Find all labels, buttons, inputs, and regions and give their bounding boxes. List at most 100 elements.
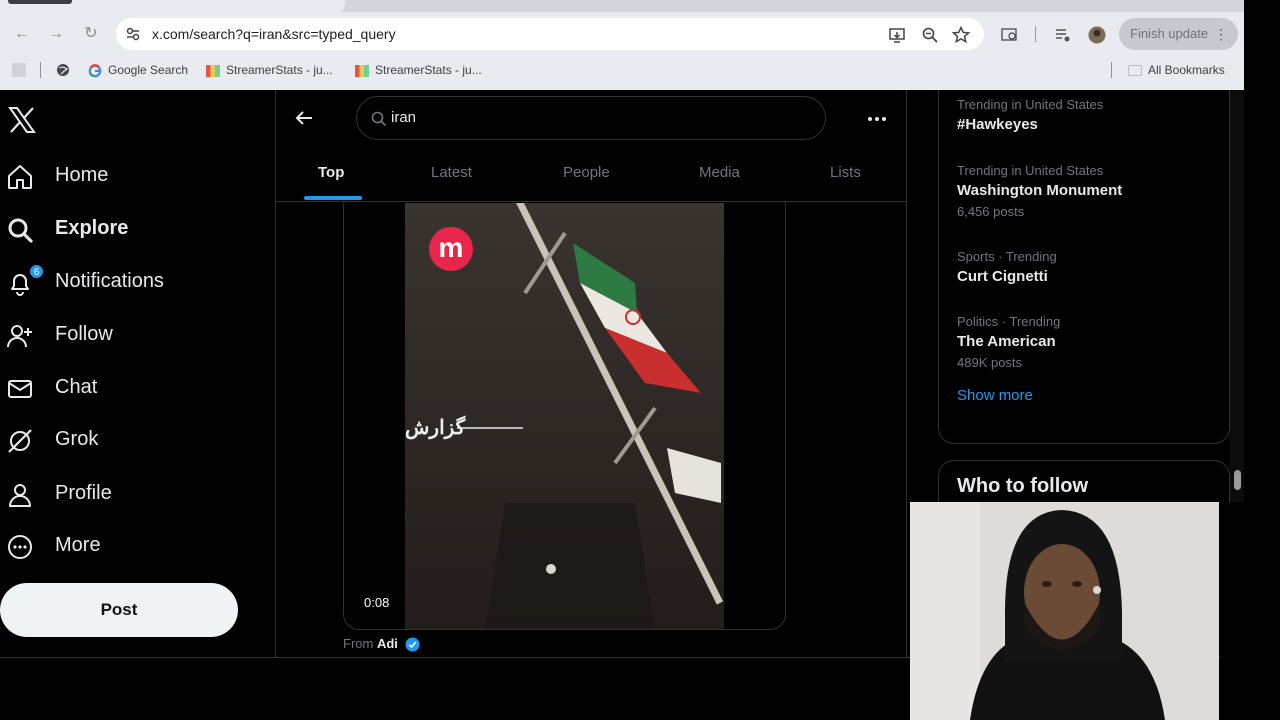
search-query[interactable]: iran xyxy=(391,109,416,126)
folder-icon xyxy=(1128,65,1142,77)
bookmark-label: StreamerStats - ju... xyxy=(226,63,333,77)
trend-name: The American xyxy=(957,333,1056,350)
streamerstats-icon xyxy=(355,64,369,77)
tab-strip xyxy=(0,0,1244,12)
webcam-overlay xyxy=(910,502,1219,720)
install-app-icon[interactable] xyxy=(888,26,906,44)
video-media-card[interactable]: m گزارش 0:08 xyxy=(343,190,786,630)
video-overlay-caption: گزارش xyxy=(405,417,466,439)
tab-media[interactable]: Media xyxy=(699,164,740,181)
more-options-icon[interactable] xyxy=(866,108,888,130)
person-icon xyxy=(9,484,31,507)
search-header: iran Top Latest People Media Lists xyxy=(276,90,906,202)
bookmark-streamerstats-1[interactable]: StreamerStats - ju... xyxy=(206,60,333,80)
webcam-person-image xyxy=(910,502,1219,720)
who-to-follow-title: Who to follow xyxy=(957,475,1089,497)
video-frame[interactable]: m گزارش xyxy=(405,203,724,629)
bookmark-label: StreamerStats - ju... xyxy=(375,63,482,77)
envelope-icon xyxy=(8,380,32,398)
page-scrollbar-thumb[interactable] xyxy=(1234,470,1241,490)
nav-home[interactable]: Home xyxy=(6,157,246,197)
source-username[interactable]: Adi xyxy=(377,636,398,651)
verified-badge-icon xyxy=(405,637,420,652)
back-arrow-icon[interactable] xyxy=(294,108,314,128)
nav-more-label: More xyxy=(55,534,101,556)
trend-meta: Trending in United States xyxy=(957,97,1104,112)
tab-people[interactable]: People xyxy=(563,164,610,181)
url-text[interactable]: x.com/search?q=iran&src=typed_query xyxy=(152,26,396,42)
trend-post-count: 6,456 posts xyxy=(957,204,1025,219)
browser-chrome: ← → ↻ x.com/search?q=iran&src=typed_quer… xyxy=(0,0,1244,90)
nav-more[interactable]: More xyxy=(6,527,246,567)
trend-item[interactable]: Politics · Trending The American 489K po… xyxy=(957,314,1060,370)
bookmark-streamerstats-2[interactable]: StreamerStats - ju... xyxy=(355,60,482,80)
nav-chat[interactable]: Chat xyxy=(6,369,246,409)
nav-notifications[interactable]: 6 Notifications xyxy=(6,263,246,303)
bookmark-divider xyxy=(40,62,41,78)
home-icon xyxy=(8,165,32,189)
video-source-attribution: From Adi xyxy=(343,636,420,652)
nav-grok-label: Grok xyxy=(55,428,99,450)
media-controls-icon[interactable] xyxy=(1054,26,1072,44)
bookmark-divider xyxy=(1111,62,1112,78)
zoom-icon[interactable] xyxy=(921,26,939,44)
nav-chat-label: Chat xyxy=(55,376,98,398)
active-tab-indicator xyxy=(304,196,362,200)
more-circle-icon xyxy=(8,535,32,559)
nav-home-label: Home xyxy=(55,164,109,186)
search-icon xyxy=(8,218,33,243)
nav-follow[interactable]: Follow xyxy=(6,316,246,356)
chrome-menu-icon[interactable]: ⋮ xyxy=(1214,18,1228,50)
bookmark-star-icon[interactable] xyxy=(952,26,970,44)
video-duration: 0:08 xyxy=(364,595,390,610)
post-button[interactable]: Post xyxy=(0,583,238,637)
trend-item[interactable]: Trending in United States #Hawkeyes xyxy=(957,97,1103,133)
nav-follow-label: Follow xyxy=(55,323,113,345)
screen: ← → ↻ x.com/search?q=iran&src=typed_quer… xyxy=(0,0,1280,720)
tab-search-icon[interactable] xyxy=(1001,26,1019,44)
tab-latest[interactable]: Latest xyxy=(431,164,472,181)
site-settings-icon[interactable] xyxy=(124,25,142,43)
show-more-link[interactable]: Show more xyxy=(957,387,1033,404)
trends-panel: Trending in United States #Hawkeyes Tren… xyxy=(938,90,1230,444)
nav-explore[interactable]: Explore xyxy=(6,210,246,250)
search-input[interactable]: iran xyxy=(356,96,826,140)
finish-update-button[interactable]: Finish update ⋮ xyxy=(1119,18,1238,50)
address-bar[interactable]: x.com/search?q=iran&src=typed_query xyxy=(116,18,984,50)
streamerstats-icon xyxy=(206,64,220,77)
toolbar-divider xyxy=(1035,26,1036,42)
bookmark-label: Google Search xyxy=(108,63,189,77)
x-logo-icon[interactable] xyxy=(8,106,36,134)
nav-grok[interactable]: Grok xyxy=(6,421,246,461)
trend-item[interactable]: Sports · Trending Curt Cignetti xyxy=(957,249,1057,285)
webcam-background xyxy=(1220,502,1280,720)
google-icon xyxy=(88,63,102,78)
trend-meta: Trending in United States xyxy=(957,163,1104,178)
profile-avatar-icon[interactable] xyxy=(1088,26,1106,44)
notification-count-badge: 6 xyxy=(29,264,44,279)
tab-lists[interactable]: Lists xyxy=(830,164,861,181)
nav-explore-label: Explore xyxy=(55,217,129,239)
trend-name: Curt Cignetti xyxy=(957,268,1048,285)
browser-toolbar: ← → ↻ x.com/search?q=iran&src=typed_quer… xyxy=(0,14,1244,54)
back-icon[interactable]: ← xyxy=(12,24,32,44)
search-icon xyxy=(371,111,387,127)
trend-name: Washington Monument xyxy=(957,182,1123,199)
trend-item[interactable]: Trending in United States Washington Mon… xyxy=(957,163,1122,219)
bookmark-google-search[interactable]: Google Search xyxy=(88,60,188,80)
grok-icon xyxy=(8,429,32,453)
from-prefix: From xyxy=(343,636,374,651)
reload-icon[interactable]: ↻ xyxy=(81,24,101,44)
tab-top[interactable]: Top xyxy=(318,164,344,181)
finish-update-label: Finish update xyxy=(1130,26,1209,41)
nav-profile[interactable]: Profile xyxy=(6,475,246,515)
trend-post-count: 489K posts xyxy=(957,355,1023,370)
globe-icon[interactable] xyxy=(56,63,70,77)
search-results-column: m گزارش 0:08 From Adi iran Top Latest Pe… xyxy=(275,90,907,657)
all-bookmarks-button[interactable]: All Bookmarks xyxy=(1128,60,1225,80)
add-person-icon xyxy=(7,325,32,348)
left-navigation: Home Explore 6 Notifications Follow Chat… xyxy=(0,90,275,657)
forward-icon[interactable]: → xyxy=(46,24,66,44)
apps-icon[interactable] xyxy=(12,63,26,77)
all-bookmarks-label: All Bookmarks xyxy=(1148,63,1225,77)
